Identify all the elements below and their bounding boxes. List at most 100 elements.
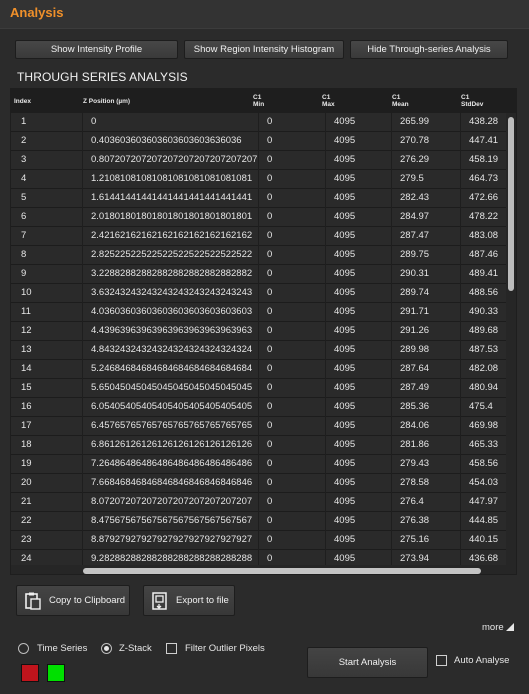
cell-c1-mean: 289.74: [391, 284, 460, 303]
cell-index: 19: [21, 458, 32, 469]
column-header-c1-stddev[interactable]: C1 StdDev: [461, 94, 483, 108]
cell-c1-min: 0: [258, 227, 325, 246]
cell-index: 22: [21, 515, 32, 526]
cell-c1-min: 0: [258, 360, 325, 379]
cell-z-position: 4.84324324324324324324324324324: [82, 341, 258, 360]
cell-c1-max: 4095: [325, 360, 391, 379]
table-row[interactable]: 1 0 0 4095 265.99 438.28: [11, 113, 506, 132]
table-row[interactable]: 21 8.07207207207207207207207207207 0 4095 27…: [11, 493, 506, 512]
column-header-c1-min[interactable]: C1 Min: [253, 94, 264, 108]
cell-c1-max: 4095: [325, 113, 391, 132]
table-row[interactable]: 6 2.01801801801801801801801801801 0 4095 284…: [11, 208, 506, 227]
cell-c1-min: 0: [258, 265, 325, 284]
table-row[interactable]: 19 7.26486486486486486486486486486 0 4095 27…: [11, 455, 506, 474]
cell-z-position: 8.47567567567567567567567567567: [82, 512, 258, 531]
vertical-scrollbar-thumb[interactable]: [508, 117, 514, 291]
cell-z-position: 7.26486486486486486486486486486: [82, 455, 258, 474]
cell-c1-min: 0: [258, 512, 325, 531]
z-stack-radio[interactable]: [101, 643, 112, 654]
table-row[interactable]: 3 0.807207207207207207207207207207 0 4095 27…: [11, 151, 506, 170]
cell-z-position: 7.66846846846846846846846846846: [82, 474, 258, 493]
table-header: Index Z Position (µm) C1 Min C1 Max C1 M…: [11, 89, 516, 113]
channel-1-color-swatch[interactable]: [21, 664, 39, 682]
cell-z-position: 8.87927927927927927927927927927: [82, 531, 258, 550]
channel-2-color-swatch[interactable]: [47, 664, 65, 682]
auto-analyse-checkbox[interactable]: [436, 655, 447, 666]
cell-index: 20: [21, 477, 32, 488]
cell-c1-max: 4095: [325, 132, 391, 151]
hide-through-series-button[interactable]: Hide Through-series Analysis: [350, 40, 508, 59]
cell-c1-max: 4095: [325, 341, 391, 360]
cell-c1-stddev: 483.08: [460, 227, 506, 246]
cell-index: 12: [21, 325, 32, 336]
horizontal-scrollbar-thumb[interactable]: [83, 568, 481, 574]
cell-c1-min: 0: [258, 170, 325, 189]
cell-c1-mean: 276.4: [391, 493, 460, 512]
column-header-z-position[interactable]: Z Position (µm): [83, 98, 130, 105]
column-header-c1-max[interactable]: C1 Max: [322, 94, 335, 108]
cell-c1-mean: 281.86: [391, 436, 460, 455]
table-row[interactable]: 20 7.66846846846846846846846846846 0 4095 27…: [11, 474, 506, 493]
cell-z-position: 0.403603603603603603603636036: [82, 132, 258, 151]
table-row[interactable]: 7 2.42162162162162162162162162162 0 4095 287…: [11, 227, 506, 246]
table-row[interactable]: 4 1.21081081081081081081081081081 0 4095 279…: [11, 170, 506, 189]
table-row[interactable]: 15 5.65045045045045045045045045045 0 4095 28…: [11, 379, 506, 398]
export-file-icon: [150, 591, 170, 611]
copy-to-clipboard-button[interactable]: Copy to Clipboard: [16, 585, 130, 616]
table-row[interactable]: 5 1.61441441441441441441441441441 0 4095 282…: [11, 189, 506, 208]
column-header-c1-mean[interactable]: C1 Mean: [392, 94, 409, 108]
cell-c1-mean: 278.58: [391, 474, 460, 493]
cell-index: 3: [21, 154, 27, 165]
cell-z-position: 1.21081081081081081081081081081: [82, 170, 258, 189]
cell-index: 10: [21, 287, 32, 298]
table-row[interactable]: 10 3.63243243243243243243243243243 0 4095 28…: [11, 284, 506, 303]
cell-c1-mean: 289.98: [391, 341, 460, 360]
table-row[interactable]: 12 4.43963963963963963963963963963 0 4095 29…: [11, 322, 506, 341]
cell-c1-stddev: 440.15: [460, 531, 506, 550]
vertical-scrollbar[interactable]: [506, 113, 516, 563]
table-row[interactable]: 17 6.45765765765765765765765765765 0 4095 28…: [11, 417, 506, 436]
time-series-radio[interactable]: [18, 643, 29, 654]
cell-c1-stddev: 454.03: [460, 474, 506, 493]
cell-c1-mean: 282.43: [391, 189, 460, 208]
cell-c1-max: 4095: [325, 322, 391, 341]
table-row[interactable]: 16 6.05405405405405405405405405405 0 4095 28…: [11, 398, 506, 417]
table-row[interactable]: 9 3.22882882882882882882882882882 0 4095 290…: [11, 265, 506, 284]
cell-index: 14: [21, 363, 32, 374]
table-row[interactable]: 8 2.82522522522522522522522522522 0 4095 289…: [11, 246, 506, 265]
cell-c1-stddev: 464.73: [460, 170, 506, 189]
column-header-index[interactable]: Index: [14, 98, 31, 105]
cell-c1-stddev: 489.41: [460, 265, 506, 284]
table-row[interactable]: 13 4.84324324324324324324324324324 0 4095 28…: [11, 341, 506, 360]
cell-c1-mean: 276.38: [391, 512, 460, 531]
table-row[interactable]: 18 6.86126126126126126126126126126 0 4095 28…: [11, 436, 506, 455]
start-analysis-button[interactable]: Start Analysis: [307, 647, 428, 678]
column-header-c1-stddev-label: StdDev: [461, 101, 484, 108]
cell-c1-mean: 279.43: [391, 455, 460, 474]
cell-c1-min: 0: [258, 436, 325, 455]
cell-z-position: 5.65045045045045045045045045045: [82, 379, 258, 398]
cell-c1-max: 4095: [325, 436, 391, 455]
column-header-c1-min-label: Min: [253, 101, 265, 108]
cell-c1-stddev: 447.41: [460, 132, 506, 151]
cell-c1-stddev: 465.33: [460, 436, 506, 455]
cell-c1-mean: 284.97: [391, 208, 460, 227]
table-row[interactable]: 14 5.24684684684684684684684684684 0 4095 28…: [11, 360, 506, 379]
cell-c1-mean: 291.26: [391, 322, 460, 341]
more-toggle[interactable]: more: [482, 622, 514, 633]
show-intensity-profile-button[interactable]: Show Intensity Profile: [15, 40, 178, 59]
table-row[interactable]: 11 4.03603603603603603603603603603 0 4095 29…: [11, 303, 506, 322]
cell-c1-max: 4095: [325, 227, 391, 246]
cell-c1-mean: 289.75: [391, 246, 460, 265]
cell-c1-min: 0: [258, 132, 325, 151]
table-row[interactable]: 22 8.47567567567567567567567567567 0 4095 27…: [11, 512, 506, 531]
table-row[interactable]: 2 0.403603603603603603603636036 0 4095 270.7…: [11, 132, 506, 151]
cell-c1-min: 0: [258, 284, 325, 303]
show-region-histogram-button[interactable]: Show Region Intensity Histogram: [184, 40, 344, 59]
export-to-file-button[interactable]: Export to file: [143, 585, 235, 616]
horizontal-scrollbar[interactable]: [11, 565, 516, 574]
filter-outlier-pixels-checkbox[interactable]: [166, 643, 177, 654]
table-row[interactable]: 23 8.87927927927927927927927927927 0 4095 27…: [11, 531, 506, 550]
copy-to-clipboard-label: Copy to Clipboard: [49, 595, 126, 606]
cell-c1-stddev: 488.56: [460, 284, 506, 303]
